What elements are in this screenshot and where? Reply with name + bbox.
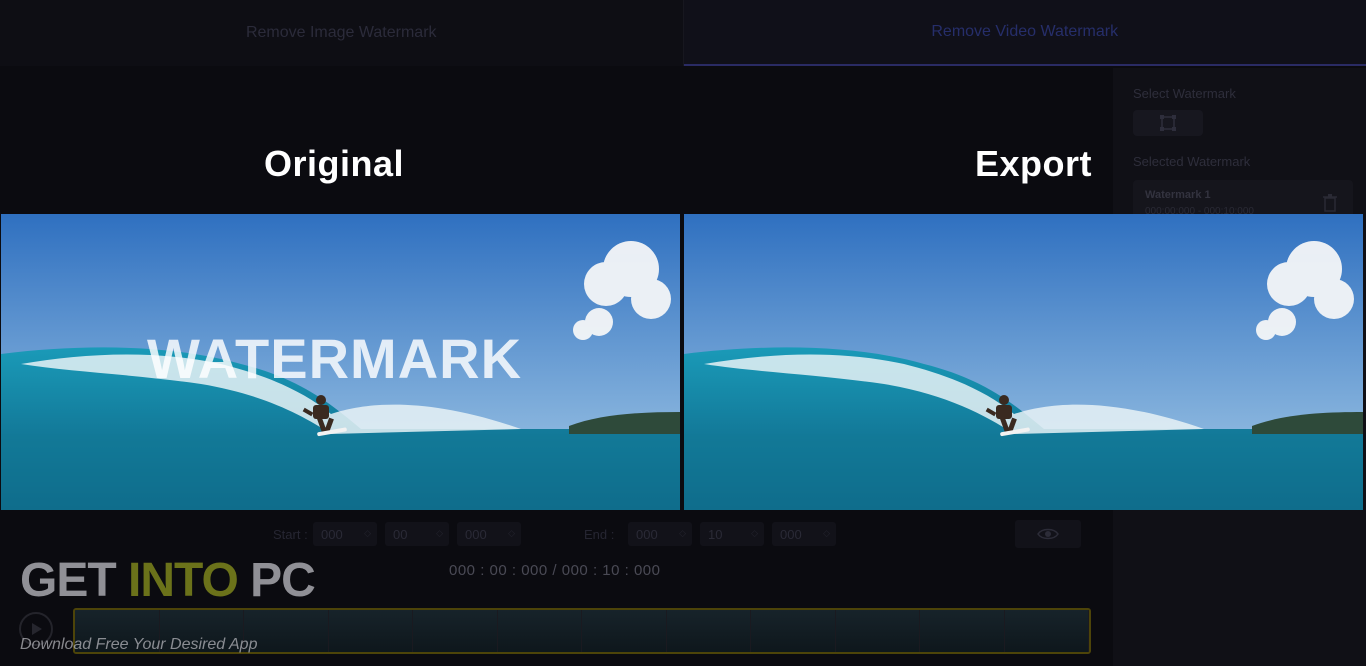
- start-seconds-value: 00: [393, 526, 408, 542]
- end-ms-input[interactable]: 000 ◇: [772, 522, 836, 546]
- timeline-frame: [666, 610, 751, 652]
- start-ms-input[interactable]: 000 ◇: [457, 522, 521, 546]
- logo-part-into: INTO: [128, 554, 239, 607]
- start-ms-value: 000: [465, 526, 487, 542]
- selection-frame-icon: [1160, 115, 1176, 131]
- overlay-watermark-text: WATERMARK: [147, 327, 523, 390]
- end-hours-input[interactable]: 000 ◇: [628, 522, 692, 546]
- timeline-frame: [582, 610, 667, 652]
- timeline-frame: [1004, 610, 1089, 652]
- logo-part-pc: PC: [237, 554, 316, 607]
- playback-time-readout: 000 : 00 : 000 / 000 : 10 : 000: [449, 562, 661, 579]
- watermark-item-name: Watermark 1: [1145, 189, 1211, 201]
- app-window: Remove Image Watermark Remove Video Wate…: [0, 0, 1366, 666]
- play-icon: [32, 623, 42, 635]
- logo-part-get: GET: [20, 554, 129, 607]
- end-ms-value: 000: [780, 526, 802, 542]
- end-seconds-input[interactable]: 10 ◇: [700, 522, 764, 546]
- start-hours-value: 000: [321, 526, 343, 542]
- mode-tabs: Remove Image Watermark Remove Video Wate…: [0, 0, 1366, 66]
- start-hours-input[interactable]: 000 ◇: [313, 522, 377, 546]
- original-heading: Original: [264, 143, 405, 184]
- timeline-frame: [328, 610, 413, 652]
- timeline-frame: [751, 610, 836, 652]
- stepper-icon[interactable]: ◇: [679, 528, 686, 539]
- end-hours-value: 000: [636, 526, 658, 542]
- select-watermark-title: Select Watermark: [1133, 86, 1236, 101]
- stepper-icon[interactable]: ◇: [751, 528, 758, 539]
- export-video-preview: [684, 214, 1363, 510]
- timeline-frame: [835, 610, 920, 652]
- select-watermark-button[interactable]: [1133, 110, 1203, 136]
- tab-remove-image-watermark[interactable]: Remove Image Watermark: [0, 0, 683, 66]
- start-label: Start :: [273, 527, 308, 542]
- end-seconds-value: 10: [708, 526, 723, 542]
- stepper-icon[interactable]: ◇: [436, 528, 443, 539]
- end-label: End :: [584, 527, 615, 542]
- eye-icon: [1037, 528, 1059, 540]
- trash-icon[interactable]: [1323, 194, 1337, 212]
- surf-scene-image-clean: [684, 214, 1363, 510]
- selected-watermark-title: Selected Watermark: [1133, 154, 1251, 169]
- stepper-icon[interactable]: ◇: [508, 528, 515, 539]
- preview-eye-button[interactable]: [1015, 520, 1081, 548]
- tab-remove-video-watermark[interactable]: Remove Video Watermark: [683, 0, 1366, 66]
- stepper-icon[interactable]: ◇: [823, 528, 830, 539]
- timeline-frame: [497, 610, 582, 652]
- timeline-frame: [920, 610, 1005, 652]
- export-heading: Export: [975, 143, 1093, 184]
- site-watermark-tagline: Download Free Your Desired App: [20, 636, 258, 653]
- timeline-frame: [413, 610, 498, 652]
- stepper-icon[interactable]: ◇: [364, 528, 371, 539]
- start-seconds-input[interactable]: 00 ◇: [385, 522, 449, 546]
- site-watermark-logo: GET INTO PC: [20, 553, 316, 608]
- time-range-controls: Start : 000 ◇ 00 ◇ 000 ◇ End : 000 ◇ 10 ◇ 000…: [0, 518, 1113, 550]
